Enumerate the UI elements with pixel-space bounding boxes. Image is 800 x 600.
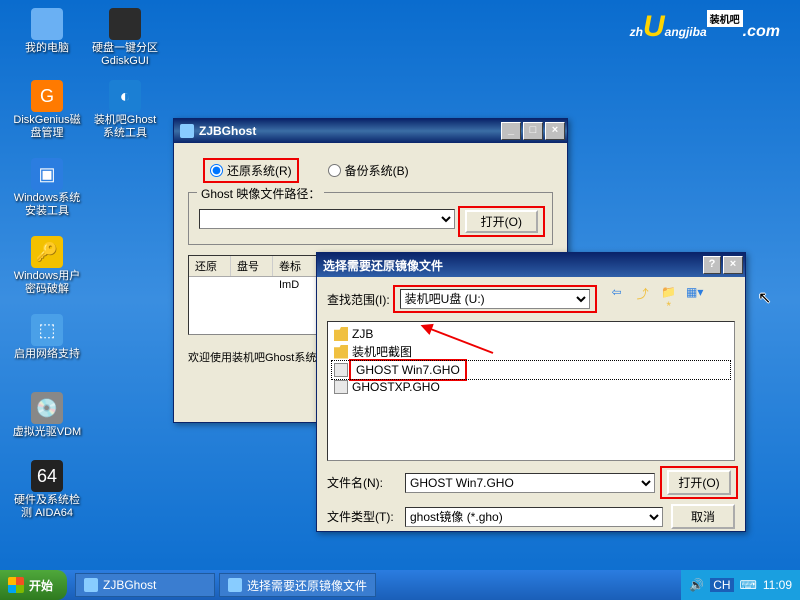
app-icon (84, 578, 98, 592)
file-dialog-titlebar[interactable]: 选择需要还原镜像文件 ? × (317, 253, 745, 277)
file-item[interactable]: 装机吧截图 (332, 342, 730, 361)
taskbar: 开始 ZJBGhost 选择需要还原镜像文件 🔊 CH ⌨ 11:09 (0, 570, 800, 600)
restore-radio[interactable]: 还原系统(R) (206, 161, 296, 180)
maximize-button[interactable]: □ (523, 122, 543, 140)
folder-icon (334, 327, 348, 341)
desktop-icon[interactable]: 🔑Windows用户密码破解 (12, 236, 82, 296)
clock[interactable]: 11:09 (763, 578, 792, 592)
desktop-icon[interactable]: 64硬件及系统检测 AIDA64 (12, 460, 82, 520)
filename-input[interactable]: GHOST Win7.GHO (405, 473, 655, 493)
backup-radio[interactable]: 备份系统(B) (328, 161, 409, 180)
dialog-cancel-button[interactable]: 取消 (671, 504, 735, 529)
app-icon (180, 124, 194, 138)
watermark-logo: zhUangjiba装机吧.com (630, 10, 780, 44)
system-tray[interactable]: 🔊 CH ⌨ 11:09 (681, 570, 800, 600)
minimize-button[interactable]: _ (501, 122, 521, 140)
volume-icon[interactable]: 🔊 (689, 578, 704, 592)
file-item[interactable]: GHOSTXP.GHO (332, 379, 730, 395)
lookin-label: 查找范围(I): (327, 291, 390, 308)
filetype-label: 文件类型(T): (327, 508, 397, 525)
desktop-icon[interactable]: ⬚启用网络支持 (12, 314, 82, 361)
lookin-select[interactable]: 装机吧U盘 (U:) (400, 289, 590, 309)
ghost-path-fieldset: Ghost 映像文件路径： 打开(O) (188, 192, 553, 245)
app-icon (228, 578, 242, 592)
desktop-icon[interactable]: 💿虚拟光驱VDM (12, 392, 82, 439)
close-button[interactable]: × (545, 122, 565, 140)
filename-label: 文件名(N): (327, 474, 397, 491)
file-icon (334, 380, 348, 394)
desktop-icon[interactable]: 硬盘一键分区GdiskGUI (90, 8, 160, 68)
dialog-title: 选择需要还原镜像文件 (323, 257, 443, 274)
folder-icon (334, 345, 348, 359)
ghost-path-select[interactable] (199, 209, 455, 229)
file-list[interactable]: ZJB装机吧截图GHOST Win7.GHOGHOSTXP.GHO (327, 321, 735, 461)
zjbghost-titlebar[interactable]: ZJBGhost _ □ × (174, 119, 567, 143)
taskbar-task-1[interactable]: 选择需要还原镜像文件 (219, 573, 376, 597)
back-icon[interactable]: ⇦ (608, 285, 626, 313)
ghost-path-label: Ghost 映像文件路径： (197, 185, 324, 202)
file-item[interactable]: ZJB (332, 326, 730, 342)
desktop-icon[interactable]: 我的电脑 (12, 8, 82, 55)
dialog-open-button[interactable]: 打开(O) (667, 470, 731, 495)
file-dialog: 选择需要还原镜像文件 ? × 查找范围(I): 装机吧U盘 (U:) ⇦ ⤴ 📁… (316, 252, 746, 532)
keyboard-icon[interactable]: ⌨ (740, 578, 757, 592)
help-button[interactable]: ? (703, 256, 721, 274)
taskbar-task-0[interactable]: ZJBGhost (75, 573, 215, 597)
new-folder-icon[interactable]: 📁* (660, 285, 678, 313)
file-icon (334, 363, 348, 377)
ime-indicator[interactable]: CH (710, 578, 733, 592)
desktop-icon[interactable]: ◐装机吧Ghost系统工具 (90, 80, 160, 140)
view-menu-icon[interactable]: ▦▾ (686, 285, 704, 313)
desktop-icon[interactable]: ▣Windows系统安装工具 (12, 158, 82, 218)
file-item[interactable]: GHOST Win7.GHO (332, 361, 730, 379)
start-button[interactable]: 开始 (0, 570, 67, 600)
up-icon[interactable]: ⤴ (634, 285, 652, 313)
filetype-select[interactable]: ghost镜像 (*.gho) (405, 507, 663, 527)
close-button[interactable]: × (723, 256, 743, 274)
desktop-icon[interactable]: GDiskGenius磁盘管理 (12, 80, 82, 140)
open-button[interactable]: 打开(O) (465, 210, 538, 233)
window-title: ZJBGhost (199, 124, 256, 138)
windows-logo-icon (8, 577, 24, 593)
